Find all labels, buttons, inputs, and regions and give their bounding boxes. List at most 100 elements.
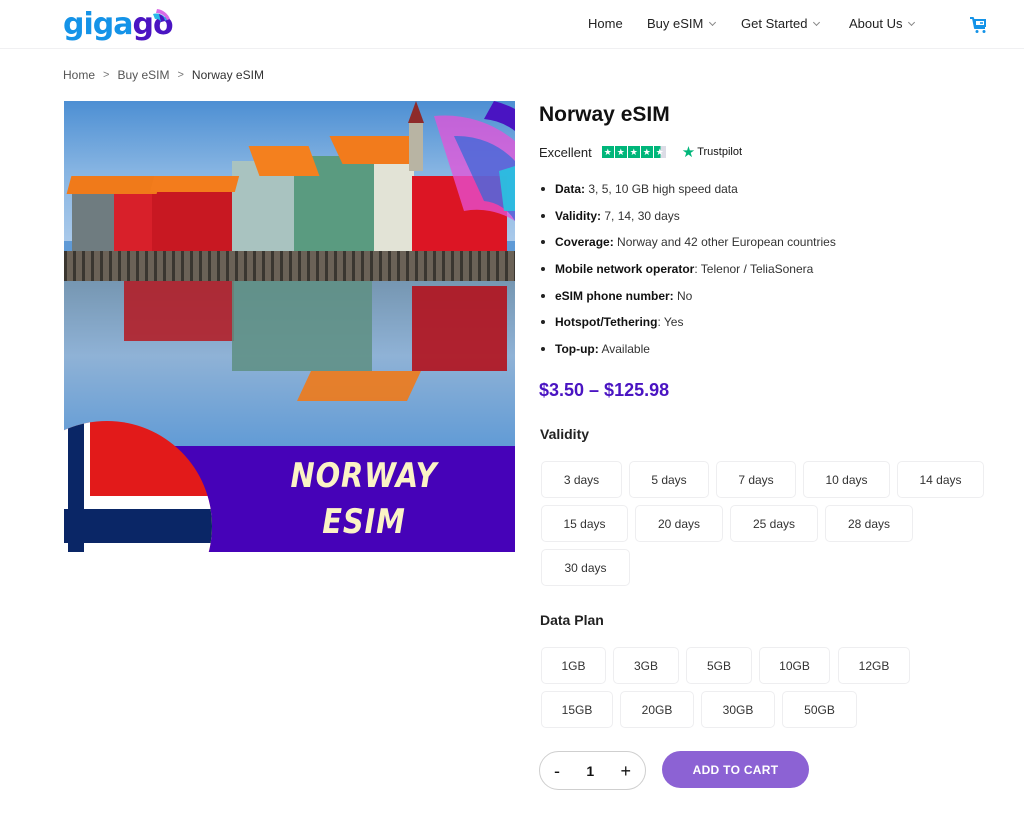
product-image[interactable]: NORWAY ESIM (64, 101, 515, 552)
nav-about-us[interactable]: About Us (849, 16, 916, 31)
bullet-icon (541, 293, 545, 298)
data-plan-option-12gb[interactable]: 12GB (838, 647, 910, 684)
chevron-down-icon (908, 18, 916, 26)
image-reflection-red-2 (412, 286, 507, 371)
bullet-icon (541, 187, 545, 191)
validity-option-5-days[interactable]: 5 days (629, 461, 709, 498)
nav-get-started-label: Get Started (741, 16, 808, 31)
validity-label: Validity (540, 426, 590, 442)
feature-value: : Yes (657, 315, 684, 330)
image-reflection-green (232, 281, 372, 371)
price-range: $3.50 – $125.98 (539, 380, 670, 400)
quantity-value[interactable]: 1 (586, 763, 594, 779)
logo-text-giga: giga (63, 7, 133, 42)
rating-label: Excellent (539, 144, 592, 160)
validity-option-14-days[interactable]: 14 days (897, 461, 984, 498)
breadcrumb-home[interactable]: Home (63, 68, 95, 82)
data-plan-option-30gb[interactable]: 30GB (701, 691, 775, 728)
validity-option-28-days[interactable]: 28 days (825, 505, 913, 542)
quantity-stepper: - 1 + (539, 751, 646, 790)
data-plan-option-50gb[interactable]: 50GB (782, 691, 857, 728)
data-plan-option-20gb[interactable]: 20GB (620, 691, 694, 728)
image-decor-arcs (434, 101, 515, 221)
bullet-icon (541, 267, 545, 272)
trustpilot-logo[interactable]: ★ Trustpilot (682, 143, 742, 161)
feature-label: Mobile network operator (555, 262, 695, 277)
data-plan-option-1gb[interactable]: 1GB (541, 647, 606, 684)
feature-value: Norway and 42 other European countries (613, 235, 836, 250)
feature-item: Validity: 7, 14, 30 days (541, 207, 836, 234)
feature-value: Available (598, 342, 650, 357)
validity-option-25-days[interactable]: 25 days (730, 505, 818, 542)
image-reflection-roof (297, 371, 421, 401)
star-half-icon: ★ (653, 146, 666, 158)
chevron-down-icon (709, 18, 717, 26)
feature-item: Hotspot/Tethering: Yes (541, 313, 836, 340)
feature-label: Coverage: (555, 235, 614, 250)
image-church-tower (409, 121, 423, 171)
data-plan-option-3gb[interactable]: 3GB (613, 647, 679, 684)
data-plan-option-15gb[interactable]: 15GB (541, 691, 613, 728)
star-icon: ★ (614, 146, 627, 158)
gigago-logo[interactable]: gigago (63, 6, 174, 42)
validity-option-10-days[interactable]: 10 days (803, 461, 890, 498)
feature-item: Top-up: Available (541, 340, 836, 367)
image-house-red-1 (114, 189, 154, 256)
quantity-decrease-button[interactable]: - (554, 762, 560, 780)
image-reflection-red (124, 281, 234, 341)
star-icon: ★ (627, 146, 640, 158)
validity-option-20-days[interactable]: 20 days (635, 505, 723, 542)
add-to-cart-button[interactable]: ADD TO CART (662, 751, 809, 788)
image-roof-3 (248, 146, 320, 176)
trustpilot-label: Trustpilot (697, 146, 743, 158)
trustpilot-stars: ★ ★ ★ ★ ★ (601, 146, 666, 158)
rating-row: Excellent ★ ★ ★ ★ ★ ★ Trustpilot (539, 143, 742, 161)
feature-value: 7, 14, 30 days (601, 208, 680, 223)
banner-line-1: NORWAY (290, 456, 438, 496)
nav-buy-esim[interactable]: Buy eSIM (647, 16, 717, 31)
product-title: Norway eSIM (539, 103, 670, 126)
nav-get-started[interactable]: Get Started (741, 16, 821, 31)
feature-label: Data: (555, 182, 586, 196)
bullet-icon (541, 240, 545, 245)
feature-item: Coverage: Norway and 42 other European c… (541, 233, 836, 260)
feature-value: 3, 5, 10 GB high speed data (585, 182, 738, 196)
breadcrumb-separator: > (103, 69, 110, 81)
feature-list: Data: 3, 5, 10 GB high speed data Validi… (541, 180, 836, 367)
breadcrumb: Home > Buy eSIM > Norway eSIM (63, 68, 264, 82)
breadcrumb-current: Norway eSIM (191, 68, 264, 82)
nav-about-us-label: About Us (849, 16, 903, 31)
feature-label: Hotspot/Tethering (555, 315, 658, 330)
feature-value: : Telenor / TeliaSonera (694, 262, 814, 277)
feature-label: Top-up: (555, 342, 599, 357)
validity-option-7-days[interactable]: 7 days (716, 461, 796, 498)
feature-item: Mobile network operator: Telenor / Telia… (541, 260, 836, 287)
validity-option-15-days[interactable]: 15 days (541, 505, 628, 542)
star-icon: ★ (640, 146, 653, 158)
validity-option-30-days[interactable]: 30 days (541, 549, 630, 586)
shopping-cart-icon[interactable] (969, 16, 989, 34)
validity-option-3-days[interactable]: 3 days (541, 461, 622, 498)
bullet-icon (541, 213, 545, 218)
breadcrumb-separator: > (177, 69, 184, 81)
nav-home[interactable]: Home (588, 16, 623, 31)
image-pier (64, 251, 515, 281)
quantity-increase-button[interactable]: + (620, 762, 631, 780)
chevron-down-icon (813, 18, 821, 26)
bullet-icon (541, 320, 545, 325)
image-church-spire (408, 101, 424, 123)
feature-value: No (673, 288, 693, 303)
banner-line-2: ESIM (322, 502, 406, 542)
image-house-white (374, 161, 414, 256)
breadcrumb-buy-esim[interactable]: Buy eSIM (117, 68, 169, 82)
image-house-grey (72, 191, 117, 256)
bullet-icon (541, 347, 545, 352)
logo-signal-icon (153, 9, 170, 22)
trustpilot-star-icon: ★ (681, 144, 696, 161)
banner-text: NORWAY ESIM (279, 453, 449, 545)
data-plan-option-10gb[interactable]: 10GB (759, 647, 830, 684)
image-house-red-2 (152, 181, 232, 256)
image-roof-1 (66, 176, 162, 194)
data-plan-option-5gb[interactable]: 5GB (686, 647, 752, 684)
nav-buy-esim-label: Buy eSIM (647, 16, 704, 31)
